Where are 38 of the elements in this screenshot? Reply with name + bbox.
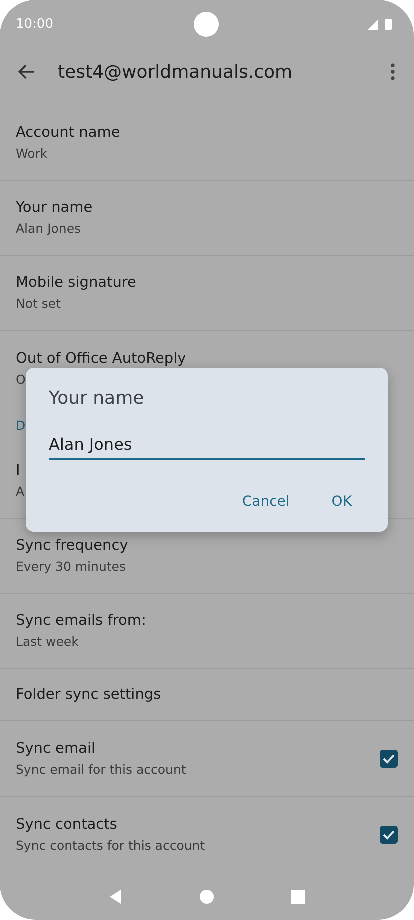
app-bar-title: test4@worldmanuals.com — [58, 62, 294, 82]
setting-title: Sync email — [16, 740, 97, 756]
dialog-title: Your name — [49, 388, 146, 409]
setting-title: Folder sync settings — [16, 686, 162, 702]
setting-summary: O — [16, 372, 27, 386]
setting-summary: Every 30 minutes — [16, 559, 127, 574]
setting-summary: A — [16, 484, 26, 499]
settings-item[interactable]: Folder sync settings — [0, 669, 414, 721]
settings-item[interactable]: Mobile signature Not set — [0, 256, 414, 331]
setting-summary: Alan Jones — [16, 221, 82, 236]
setting-title: Account name — [16, 125, 122, 141]
settings-item[interactable]: Your name Alan Jones — [0, 181, 414, 256]
settings-item[interactable]: Sync emails from: Last week — [0, 594, 414, 669]
section-header: D — [16, 418, 26, 432]
settings-item[interactable]: Sync email Sync email for this account — [0, 721, 414, 797]
dialog-button[interactable]: Cancel — [228, 486, 304, 518]
setting-summary: Last week — [16, 634, 80, 649]
setting-title: Mobile signature — [16, 275, 138, 291]
setting-title: Your name — [16, 200, 94, 216]
setting-title: Out of Office AutoReply — [16, 350, 188, 366]
checkbox[interactable] — [380, 750, 398, 768]
setting-title: Sync contacts — [16, 817, 118, 833]
setting-summary: Not set — [16, 296, 62, 311]
settings-item[interactable]: Account name Work — [0, 106, 414, 181]
setting-summary: Work — [16, 146, 49, 161]
setting-title: I — [16, 463, 22, 479]
check-icon — [383, 830, 395, 840]
setting-title: Sync frequency — [16, 538, 130, 554]
check-icon — [383, 754, 395, 764]
status-time: 10:00 — [16, 16, 54, 32]
checkbox[interactable] — [380, 826, 398, 844]
settings-item[interactable]: Sync contacts Sync contacts for this account — [0, 797, 414, 873]
setting-summary: Sync contacts for this account — [16, 838, 206, 853]
setting-title: Sync emails from: — [16, 613, 148, 629]
name-input-field[interactable]: Alan Jones — [49, 435, 365, 460]
setting-summary: Sync email for this account — [16, 762, 188, 776]
dialog-button[interactable]: OK — [318, 486, 366, 518]
camera-cutout — [194, 12, 219, 37]
